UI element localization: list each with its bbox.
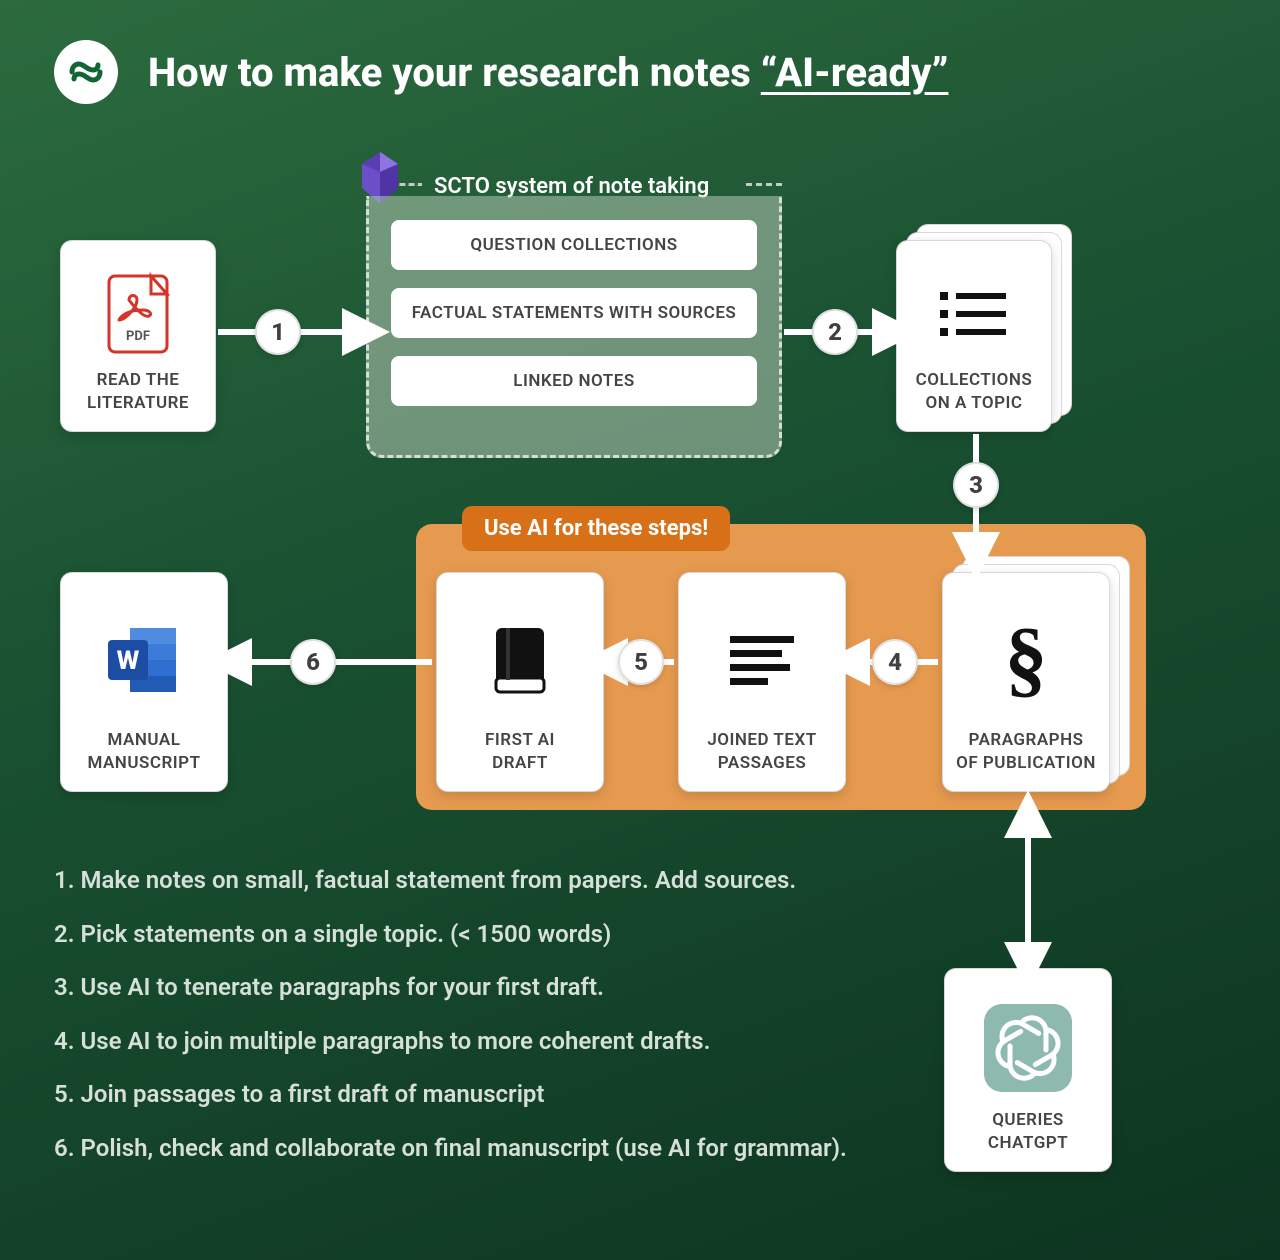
step-3: 3. Use AI to tenerate paragraphs for you…	[54, 971, 847, 1005]
step-badge-2: 2	[812, 309, 858, 355]
step-1: 1. Make notes on small, factual statemen…	[54, 864, 847, 898]
step-badge-1: 1	[255, 309, 301, 355]
step-6: 6. Polish, check and collaborate on fina…	[54, 1132, 847, 1166]
steps-list: 1. Make notes on small, factual statemen…	[54, 864, 847, 1186]
step-5: 5. Join passages to a first draft of man…	[54, 1078, 847, 1112]
step-4: 4. Use AI to join multiple paragraphs to…	[54, 1025, 847, 1059]
step-badge-5: 5	[618, 639, 664, 685]
step-badge-3: 3	[953, 462, 999, 508]
step-2: 2. Pick statements on a single topic. (<…	[54, 918, 847, 952]
step-badge-6: 6	[290, 639, 336, 685]
step-badge-4: 4	[872, 639, 918, 685]
